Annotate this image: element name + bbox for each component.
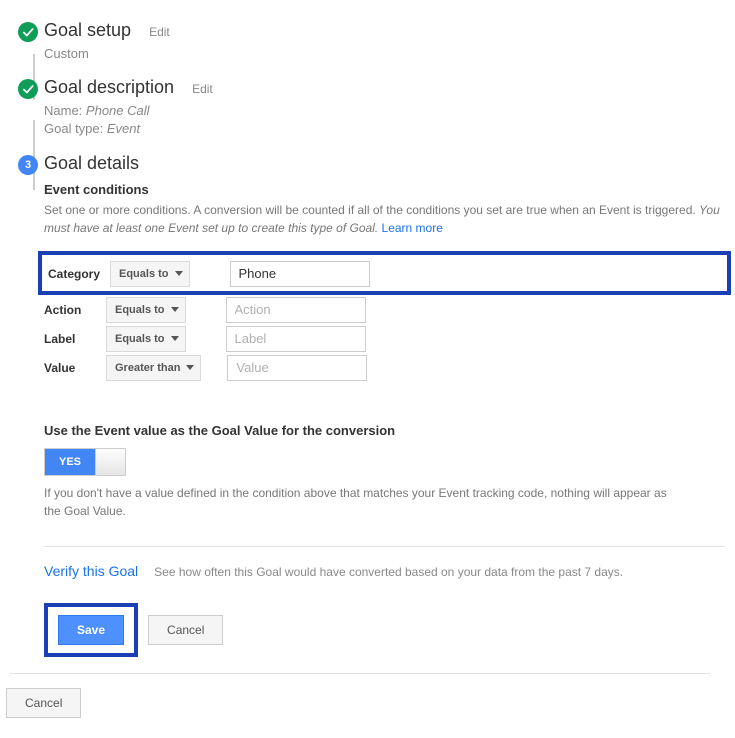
step-goal-details: 3 Goal details Event conditions Set one … bbox=[44, 153, 725, 657]
desc-text: Set one or more conditions. A conversion… bbox=[44, 203, 699, 217]
value-operator-dropdown[interactable]: Greater than bbox=[106, 355, 201, 381]
category-highlight: Category Equals to bbox=[38, 251, 731, 295]
condition-label: Value bbox=[44, 361, 106, 375]
toggle-knob bbox=[95, 449, 125, 475]
step-title: Goal setup bbox=[44, 20, 131, 41]
label-input[interactable] bbox=[226, 326, 366, 352]
type-value: Event bbox=[107, 121, 140, 136]
condition-row-label: Label Equals to bbox=[44, 324, 725, 354]
step-goal-setup: Goal setup Edit Custom bbox=[44, 20, 725, 63]
step-number-badge: 3 bbox=[18, 155, 38, 175]
step-goal-description: Goal description Edit Name: Phone Call G… bbox=[44, 77, 725, 138]
goal-value-section: Use the Event value as the Goal Value fo… bbox=[44, 423, 725, 520]
step-title: Goal description bbox=[44, 77, 174, 98]
label-operator-dropdown[interactable]: Equals to bbox=[106, 326, 186, 352]
inner-button-row: Save Cancel bbox=[44, 603, 725, 657]
step-subtitle: Name: Phone Call Goal type: Event bbox=[44, 102, 725, 138]
goal-value-toggle[interactable]: YES bbox=[44, 448, 126, 476]
condition-label: Category bbox=[48, 267, 110, 281]
action-input[interactable] bbox=[226, 297, 366, 323]
action-operator-dropdown[interactable]: Equals to bbox=[106, 297, 186, 323]
edit-link[interactable]: Edit bbox=[192, 82, 213, 96]
steps-container: Goal setup Edit Custom Goal description … bbox=[10, 20, 725, 657]
cancel-button-outer[interactable]: Cancel bbox=[6, 688, 81, 718]
step-connector bbox=[33, 120, 35, 190]
chevron-down-icon bbox=[171, 307, 179, 312]
divider bbox=[10, 673, 710, 674]
toggle-on-label: YES bbox=[45, 449, 95, 475]
learn-more-link[interactable]: Learn more bbox=[382, 221, 443, 235]
condition-label: Label bbox=[44, 332, 106, 346]
verify-row: Verify this Goal See how often this Goal… bbox=[44, 563, 725, 579]
condition-row-category: Category Equals to bbox=[48, 259, 721, 289]
condition-row-value: Value Greater than bbox=[44, 353, 725, 383]
check-icon bbox=[18, 22, 38, 42]
event-conditions-heading: Event conditions bbox=[44, 182, 725, 197]
verify-goal-link[interactable]: Verify this Goal bbox=[44, 563, 138, 579]
goal-value-title: Use the Event value as the Goal Value fo… bbox=[44, 423, 725, 438]
goal-value-note: If you don't have a value defined in the… bbox=[44, 484, 684, 520]
chevron-down-icon bbox=[175, 271, 183, 276]
outer-button-row: Cancel bbox=[6, 688, 725, 718]
save-button[interactable]: Save bbox=[58, 615, 124, 645]
condition-row-action: Action Equals to bbox=[44, 295, 725, 325]
event-conditions-desc: Set one or more conditions. A conversion… bbox=[44, 201, 725, 237]
save-highlight: Save bbox=[44, 603, 138, 657]
divider bbox=[44, 546, 725, 547]
dropdown-value: Equals to bbox=[115, 304, 165, 316]
chevron-down-icon bbox=[186, 365, 194, 370]
name-value: Phone Call bbox=[86, 103, 150, 118]
dropdown-value: Equals to bbox=[115, 333, 165, 345]
check-icon bbox=[18, 79, 38, 99]
edit-link[interactable]: Edit bbox=[149, 25, 170, 39]
cancel-button[interactable]: Cancel bbox=[148, 615, 223, 645]
value-input[interactable] bbox=[227, 355, 367, 381]
step-title: Goal details bbox=[44, 153, 139, 174]
step-subtitle: Custom bbox=[44, 45, 725, 63]
condition-label: Action bbox=[44, 303, 106, 317]
category-input[interactable] bbox=[230, 261, 370, 287]
chevron-down-icon bbox=[171, 336, 179, 341]
type-label: Goal type: bbox=[44, 121, 103, 136]
name-label: Name: bbox=[44, 103, 82, 118]
dropdown-value: Equals to bbox=[119, 268, 169, 280]
dropdown-value: Greater than bbox=[115, 362, 180, 374]
goal-config-page: Goal setup Edit Custom Goal description … bbox=[0, 0, 735, 738]
verify-desc: See how often this Goal would have conve… bbox=[154, 565, 623, 579]
conditions-table: Category Equals to Action Equals to bbox=[44, 251, 725, 383]
category-operator-dropdown[interactable]: Equals to bbox=[110, 261, 190, 287]
